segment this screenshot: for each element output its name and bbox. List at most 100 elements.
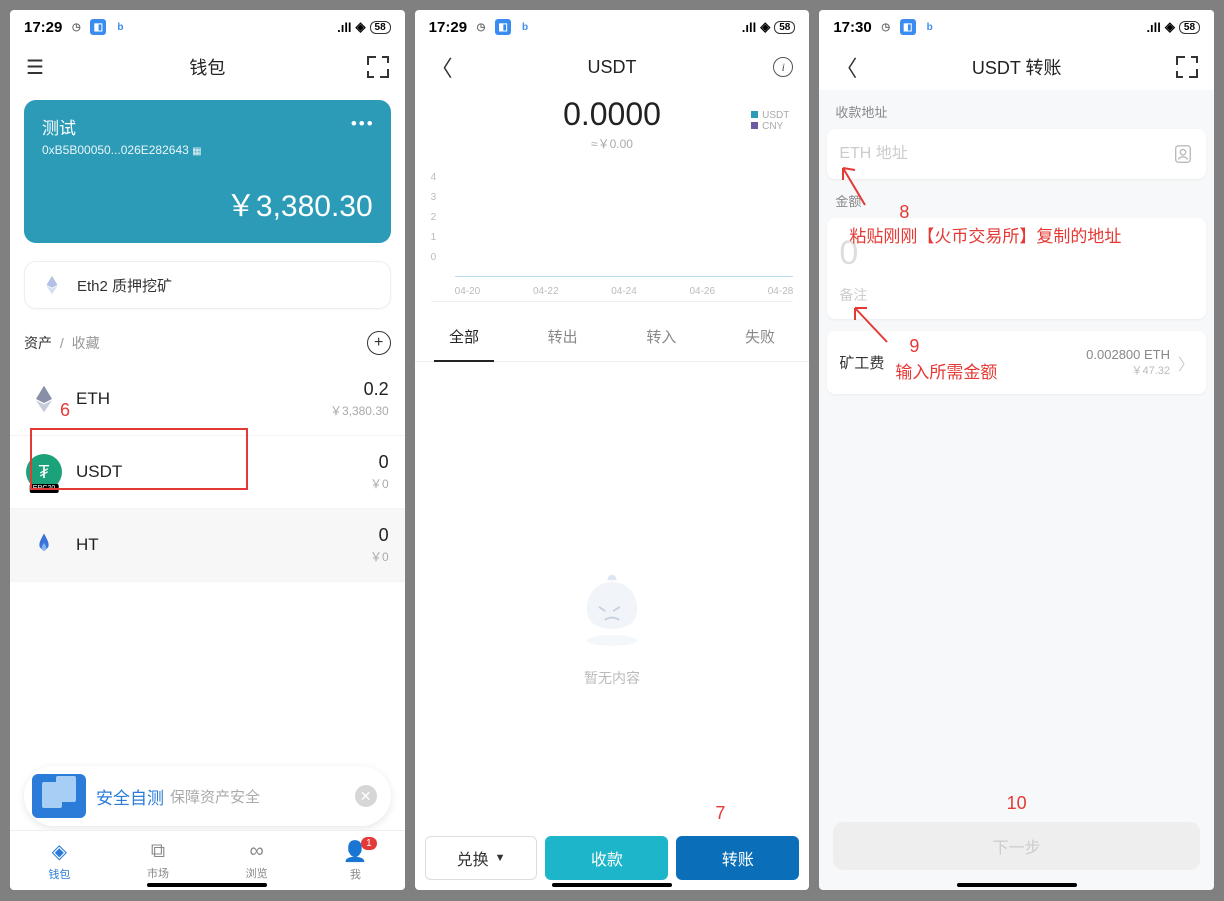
tab-assets[interactable]: 资产 <box>24 335 52 351</box>
ht-icon <box>26 527 62 563</box>
asset-symbol: USDT <box>76 462 122 482</box>
amount-input[interactable]: 0 <box>827 218 1206 279</box>
tab-fail[interactable]: 失败 <box>711 312 810 361</box>
transfer-button[interactable]: 转账 <box>676 836 799 880</box>
promo-close-icon[interactable]: ✕ <box>355 785 377 807</box>
asset-tabs: 资产 / 收藏 + <box>24 331 391 355</box>
exchange-button[interactable]: 兑换 ▼ <box>425 836 538 880</box>
tab-bar: ◈钱包 ⧉市场 ∞浏览 👤我1 <box>10 830 405 890</box>
asset-amount: 0 <box>370 525 389 546</box>
page-title: USDT <box>471 57 754 78</box>
wallet-address: 0xB5B00050...026E282643 <box>42 143 189 157</box>
security-promo[interactable]: 安全自测 保障资产安全 ✕ <box>24 766 391 826</box>
home-indicator <box>552 883 672 887</box>
notification-badge: 1 <box>361 837 377 850</box>
wallet-card[interactable]: 测试 0xB5B00050...026E282643 ▦ ••• ￥3,380.… <box>24 100 391 243</box>
status-time: 17:30 <box>833 19 871 36</box>
status-icon-timer: ◷ <box>878 19 894 35</box>
asset-amount: 0 <box>370 452 389 473</box>
battery-icon: 58 <box>774 21 795 34</box>
tab-all[interactable]: 全部 <box>415 312 514 361</box>
address-input[interactable] <box>839 145 1172 163</box>
wifi-icon: ◈ <box>356 19 366 35</box>
market-icon: ⧉ <box>151 840 165 863</box>
home-indicator <box>147 883 267 887</box>
legend-square-cny <box>751 122 758 129</box>
price-chart: 4 3 2 1 0 04-20 04-22 04-24 04-26 04-28 <box>431 172 794 302</box>
wifi-icon: ◈ <box>760 19 770 35</box>
asset-row-ht[interactable]: HT 0 ￥0 <box>10 509 405 582</box>
tab-browse[interactable]: ∞浏览 <box>207 831 306 890</box>
status-bar: 17:29 ◷ ◧ b .ıll ◈ 58 <box>10 10 405 44</box>
receive-button[interactable]: 收款 <box>545 836 668 880</box>
tab-me[interactable]: 👤我1 <box>306 831 405 890</box>
annotation-10: 10 <box>1007 793 1027 814</box>
status-icon-b: b <box>922 19 938 35</box>
empty-text: 暂无内容 <box>584 668 640 688</box>
back-icon[interactable]: 〈 <box>431 51 453 83</box>
menu-icon[interactable]: ☰ <box>26 55 44 80</box>
empty-icon <box>567 564 657 654</box>
eth-icon <box>26 381 62 417</box>
contact-icon[interactable] <box>1172 143 1194 165</box>
tab-wallet[interactable]: ◈钱包 <box>10 831 109 890</box>
chart-x-axis: 04-20 04-22 04-24 04-26 04-28 <box>455 286 794 297</box>
promo-icon <box>32 774 86 818</box>
asset-amount: 0.2 <box>330 379 389 400</box>
remark-input[interactable]: 备注 <box>827 279 1206 319</box>
scan-icon[interactable] <box>367 56 389 78</box>
eth2-icon <box>41 274 63 296</box>
asset-row-usdt[interactable]: ₮ERC20 USDT 0 ￥0 <box>10 436 405 509</box>
battery-icon: 58 <box>1179 21 1200 34</box>
action-buttons: 兑换 ▼ 收款 转账 <box>425 836 800 880</box>
wallet-name: 测试 <box>42 114 373 139</box>
header: 〈 USDT 转账 <box>819 44 1214 90</box>
browse-icon: ∞ <box>250 840 264 863</box>
empty-state: 暂无内容 <box>415 362 810 890</box>
transaction-tabs: 全部 转出 转入 失败 <box>415 312 810 362</box>
eth2-label: Eth2 质押挖矿 <box>77 275 172 296</box>
back-icon[interactable]: 〈 <box>835 51 857 83</box>
tab-in[interactable]: 转入 <box>612 312 711 361</box>
signal-icon: .ıll <box>1146 20 1160 35</box>
promo-title: 安全自测 <box>96 784 164 809</box>
asset-value: ￥0 <box>370 548 389 565</box>
address-label: 收款地址 <box>819 90 1214 129</box>
asset-symbol: ETH <box>76 389 110 409</box>
page-title: 钱包 <box>66 54 349 80</box>
address-card <box>827 129 1206 179</box>
status-time: 17:29 <box>429 19 467 36</box>
asset-list: ETH 0.2 ￥3,380.30 ₮ERC20 USDT 0 ￥0 HT <box>10 363 405 582</box>
status-icon-app: ◧ <box>90 19 106 35</box>
battery-icon: 58 <box>370 21 391 34</box>
tab-favorites[interactable]: 收藏 <box>72 335 100 351</box>
fee-label: 矿工费 <box>839 352 884 373</box>
add-asset-button[interactable]: + <box>367 331 391 355</box>
status-bar: 17:29 ◷ ◧ b .ıll ◈ 58 <box>415 10 810 44</box>
balance-fiat: ≈￥0.00 <box>415 135 810 152</box>
signal-icon: .ıll <box>337 20 351 35</box>
next-button[interactable]: 下一步 <box>833 822 1200 870</box>
tab-market[interactable]: ⧉市场 <box>109 831 208 890</box>
promo-subtitle: 保障资产安全 <box>170 786 260 807</box>
chevron-right-icon: 〉 <box>1178 351 1194 375</box>
wallet-more-icon[interactable]: ••• <box>351 114 375 134</box>
status-time: 17:29 <box>24 19 62 36</box>
asset-row-eth[interactable]: ETH 0.2 ￥3,380.30 <box>10 363 405 436</box>
legend-square-usdt <box>751 111 758 118</box>
info-icon[interactable]: i <box>773 57 793 77</box>
usdt-icon: ₮ERC20 <box>26 454 62 490</box>
qr-mini-icon[interactable]: ▦ <box>192 146 201 157</box>
chevron-down-icon: ▼ <box>495 852 506 864</box>
chart-line <box>455 276 794 277</box>
gas-fee-row[interactable]: 矿工费 0.002800 ETH ￥47.32 〉 <box>827 331 1206 394</box>
signal-icon: .ıll <box>742 20 756 35</box>
tab-out[interactable]: 转出 <box>513 312 612 361</box>
status-icon-timer: ◷ <box>473 19 489 35</box>
eth2-staking-row[interactable]: Eth2 质押挖矿 <box>24 261 391 309</box>
header: 〈 USDT i <box>415 44 810 90</box>
home-indicator <box>957 883 1077 887</box>
header: ☰ 钱包 <box>10 44 405 90</box>
scan-icon[interactable] <box>1176 56 1198 78</box>
amount-label: 金额 <box>819 179 1214 218</box>
